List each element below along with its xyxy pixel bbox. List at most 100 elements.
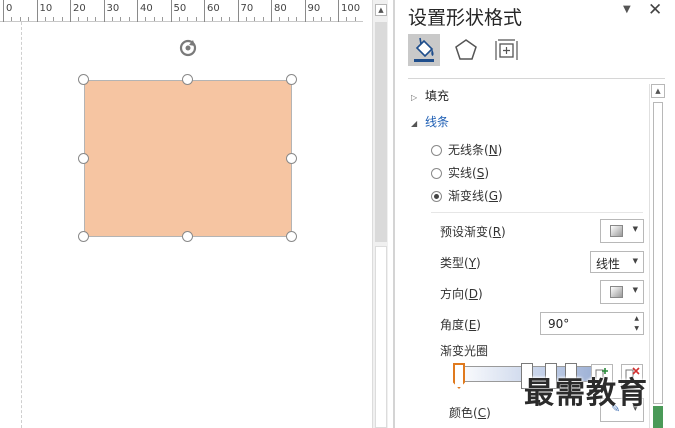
radio-button[interactable] bbox=[431, 168, 442, 179]
watermark-logo: 最需教育 bbox=[524, 376, 648, 411]
scrollbar-thumb[interactable] bbox=[375, 22, 387, 242]
paint-bucket-icon bbox=[414, 37, 434, 62]
ruler-minor-tick bbox=[329, 17, 331, 21]
spin-down-icon[interactable]: ▼ bbox=[634, 325, 639, 332]
direction-label: 方向(D) bbox=[440, 287, 483, 301]
close-icon[interactable]: ✕ bbox=[648, 0, 662, 20]
rectangle-shape[interactable] bbox=[84, 80, 292, 237]
resize-handle-left[interactable] bbox=[78, 153, 89, 164]
resize-handle-bottom-left[interactable] bbox=[78, 231, 89, 242]
ruler-minor-tick bbox=[61, 17, 63, 21]
resize-handle-top[interactable] bbox=[182, 74, 193, 85]
gradient-swatch-icon bbox=[610, 225, 623, 237]
resize-handle-bottom[interactable] bbox=[182, 231, 193, 242]
radio-solid-line[interactable]: 实线(S) bbox=[431, 164, 489, 181]
pane-options-icon[interactable]: ▼ bbox=[623, 4, 631, 15]
ruler-minor-tick bbox=[312, 17, 314, 21]
collapse-arrow-icon: ◢ bbox=[411, 119, 418, 128]
ruler-minor-tick bbox=[279, 17, 281, 21]
page-margin-guide bbox=[21, 22, 22, 428]
ruler-tick-label: 80 bbox=[274, 3, 287, 14]
radio-gradient-line[interactable]: 渐变线(G) bbox=[431, 187, 503, 204]
ruler-tick-label: 40 bbox=[140, 3, 153, 14]
preset-gradient-label: 预设渐变(R) bbox=[440, 225, 506, 239]
radio-no-line[interactable]: 无线条(N) bbox=[431, 141, 502, 158]
ruler-major-tick bbox=[304, 0, 306, 22]
pentagon-icon bbox=[455, 39, 477, 60]
section-line-label: 线条 bbox=[425, 115, 450, 129]
resize-handle-right[interactable] bbox=[286, 153, 297, 164]
ruler-tick-label: 50 bbox=[173, 3, 187, 14]
scrollbar-indicator bbox=[653, 406, 663, 428]
ruler-minor-tick bbox=[254, 17, 256, 21]
gradient-stop-selected[interactable] bbox=[453, 363, 465, 389]
ruler-major-tick bbox=[3, 0, 4, 22]
chevron-down-icon: ▼ bbox=[632, 257, 638, 265]
tabs-divider bbox=[408, 78, 665, 79]
angle-spinner[interactable]: 90° ▲ ▼ bbox=[540, 312, 644, 335]
rotate-icon[interactable] bbox=[177, 37, 199, 59]
angle-value: 90° bbox=[548, 317, 570, 331]
spin-up-icon[interactable]: ▲ bbox=[634, 315, 639, 322]
tab-size-and-properties[interactable] bbox=[490, 34, 522, 66]
scrollbar-thumb[interactable] bbox=[653, 102, 663, 404]
ruler-major-tick bbox=[103, 0, 105, 22]
resize-handle-top-right[interactable] bbox=[286, 74, 297, 85]
chevron-down-icon: ▼ bbox=[632, 225, 638, 233]
canvas-vertical-scrollbar[interactable]: ▲ bbox=[372, 0, 388, 428]
ruler-minor-tick bbox=[354, 17, 356, 21]
horizontal-ruler: 0 10 20 30 40 50 60 70 80 90 100 bbox=[0, 0, 363, 22]
ruler-minor-tick bbox=[78, 17, 80, 21]
ruler-minor-tick bbox=[128, 17, 130, 21]
accelerator-key: R bbox=[492, 225, 502, 239]
direction-dropdown[interactable]: ▼ bbox=[600, 280, 644, 304]
type-select[interactable]: 线性 ▼ bbox=[590, 251, 644, 273]
ruler-minor-tick bbox=[220, 17, 222, 21]
radio-button-checked[interactable] bbox=[431, 191, 442, 202]
tab-effects[interactable] bbox=[450, 34, 482, 66]
ruler-tick-label: 90 bbox=[307, 3, 321, 14]
ruler-tick-label: 60 bbox=[207, 3, 220, 14]
ruler-minor-tick bbox=[346, 17, 348, 21]
pane-vertical-scrollbar[interactable]: ▲ bbox=[649, 84, 665, 428]
radio-button[interactable] bbox=[431, 145, 442, 156]
type-value: 线性 bbox=[596, 257, 621, 271]
ruler-minor-tick bbox=[296, 17, 298, 21]
ruler-minor-tick bbox=[11, 17, 13, 21]
resize-handle-top-left[interactable] bbox=[78, 74, 89, 85]
scroll-up-icon[interactable]: ▲ bbox=[651, 84, 665, 98]
radio-gradient-line-label: 渐变线(G) bbox=[448, 189, 503, 203]
ruler-minor-tick bbox=[153, 17, 155, 21]
radio-solid-line-label: 实线(S) bbox=[448, 166, 489, 180]
ruler-minor-tick bbox=[95, 17, 97, 21]
scroll-up-icon[interactable]: ▲ bbox=[375, 4, 387, 16]
size-properties-icon bbox=[495, 39, 518, 60]
slide-canvas[interactable]: 0 10 20 30 40 50 60 70 80 90 100 ▲ bbox=[0, 0, 393, 428]
gradient-stops-label: 渐变光圈 bbox=[440, 344, 489, 358]
ruler-minor-tick bbox=[53, 17, 55, 21]
tab-fill-and-line[interactable] bbox=[408, 34, 440, 66]
section-line-header[interactable]: ◢ 线条 bbox=[411, 113, 449, 130]
ruler-minor-tick bbox=[262, 17, 264, 21]
ruler-minor-tick bbox=[321, 17, 323, 21]
ruler-minor-tick bbox=[120, 17, 122, 21]
ruler-minor-tick bbox=[178, 17, 180, 21]
ruler-minor-tick bbox=[145, 17, 147, 21]
ruler-minor-tick bbox=[212, 17, 214, 21]
ruler-minor-tick bbox=[44, 17, 46, 21]
chevron-down-icon: ▼ bbox=[632, 286, 638, 294]
accelerator-key: G bbox=[488, 189, 498, 203]
color-label: 颜色(C) bbox=[449, 406, 491, 420]
ruler-minor-tick bbox=[187, 17, 189, 21]
preset-gradient-dropdown[interactable]: ▼ bbox=[600, 219, 644, 243]
resize-handle-bottom-right[interactable] bbox=[286, 231, 297, 242]
scrollbar-track[interactable] bbox=[375, 246, 387, 428]
gradient-swatch-icon bbox=[610, 286, 623, 298]
ruler-major-tick bbox=[271, 0, 272, 22]
ruler-major-tick bbox=[170, 0, 172, 22]
ruler-minor-tick bbox=[19, 17, 21, 21]
section-fill-header[interactable]: ▷ 填充 bbox=[411, 87, 449, 104]
ruler-tick-label: 100 bbox=[341, 3, 361, 14]
ruler-minor-tick bbox=[28, 17, 30, 21]
ruler-major-tick bbox=[237, 0, 239, 22]
